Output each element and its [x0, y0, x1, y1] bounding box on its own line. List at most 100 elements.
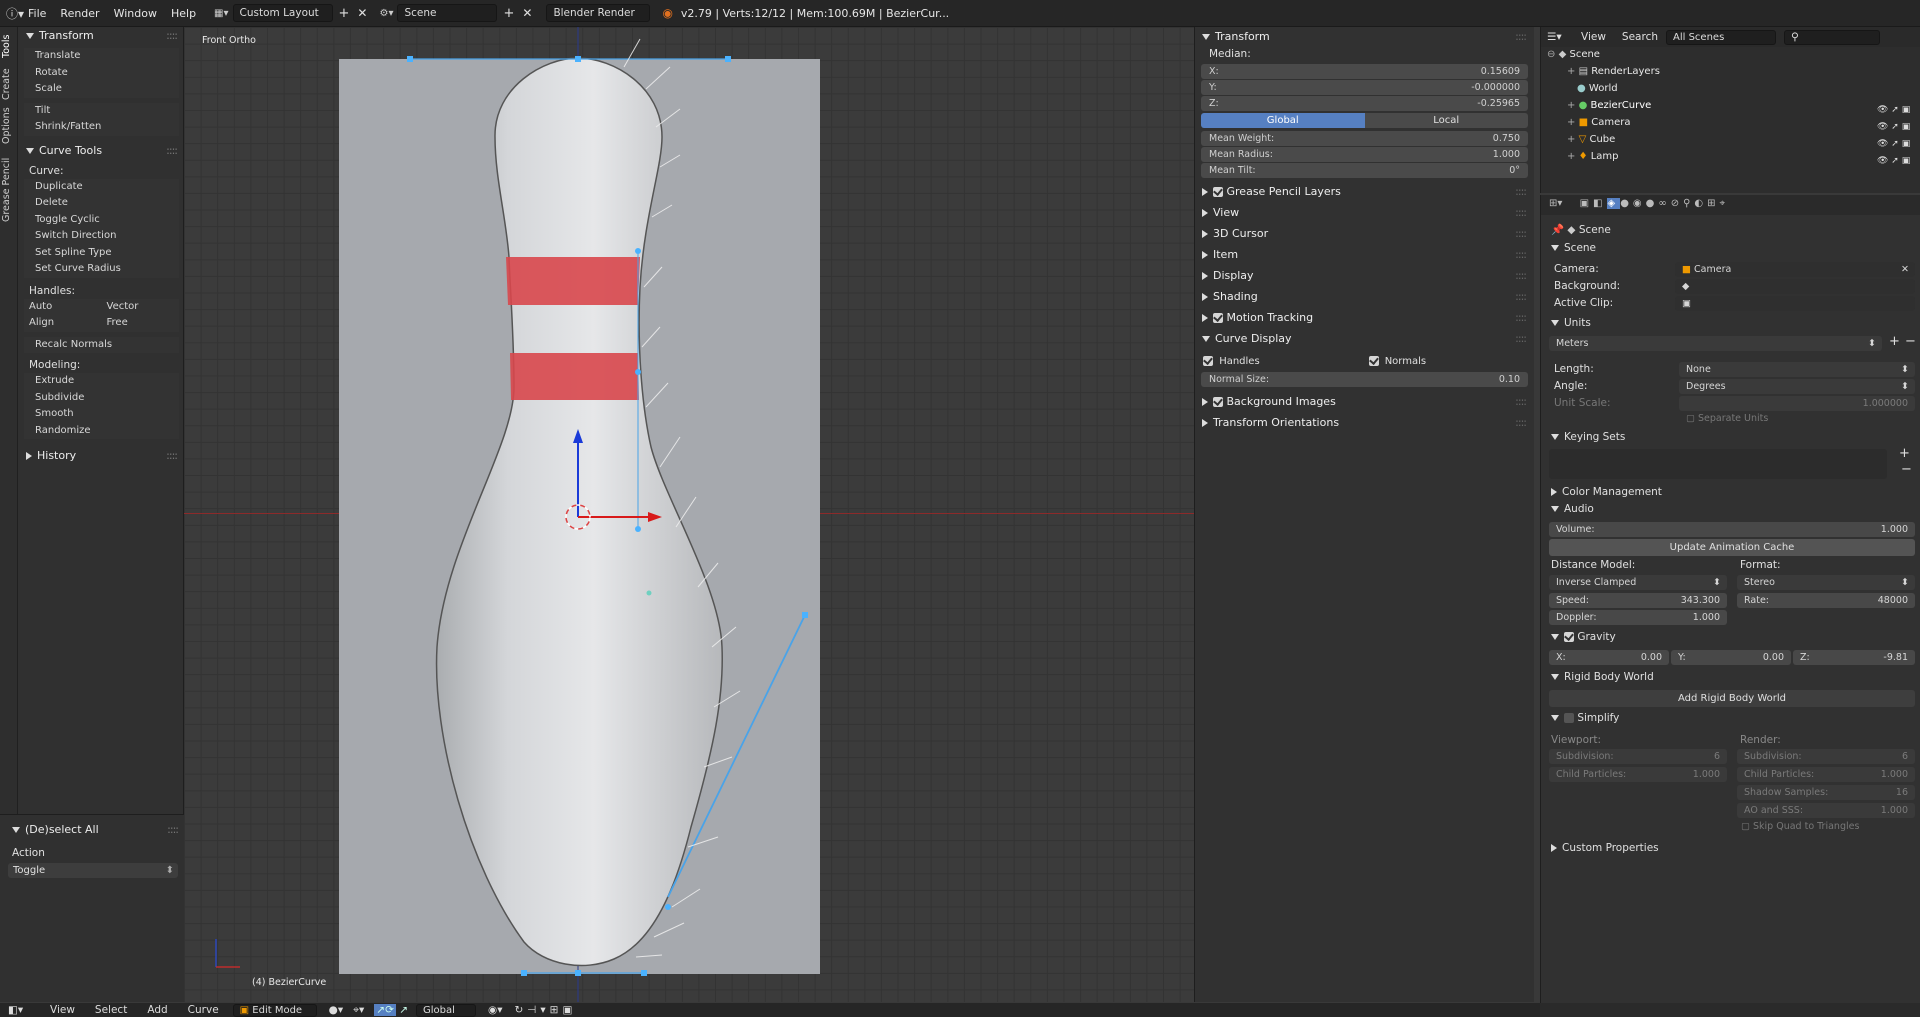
switch-direction-button[interactable]: Switch Direction: [24, 228, 179, 245]
rate-field[interactable]: Rate: 48000: [1737, 593, 1915, 608]
subdivide-button[interactable]: Subdivide: [24, 389, 179, 406]
item-header[interactable]: Item::::: [1195, 246, 1534, 264]
layout-selector[interactable]: Custom Layout: [232, 4, 333, 22]
outliner-editor-icon[interactable]: ☰▾: [1547, 31, 1569, 43]
menu-window[interactable]: Window: [114, 7, 157, 20]
color-management-panel-header[interactable]: Color Management: [1551, 486, 1662, 498]
tab-tools[interactable]: Tools: [1, 31, 17, 61]
toggle-cyclic-button[interactable]: Toggle Cyclic: [24, 211, 179, 228]
outliner-renderlayers[interactable]: + ▤ RenderLayers: [1567, 66, 1660, 77]
handle-free-button[interactable]: Free: [102, 315, 180, 332]
angle-dropdown[interactable]: Degrees ⬍: [1679, 379, 1915, 394]
operator-panel-header[interactable]: (De)select All::::: [0, 821, 184, 839]
3d-viewport[interactable]: Front Ortho (4) BezierCurve: [184, 27, 1194, 1002]
units-preset-dropdown[interactable]: Meters ⬍: [1549, 336, 1882, 351]
duplicate-button[interactable]: Duplicate: [24, 178, 179, 195]
curve-display-header[interactable]: Curve Display::::: [1195, 330, 1534, 348]
separate-units-checkbox[interactable]: ▢ Separate Units: [1686, 413, 1768, 424]
shrink-fatten-button[interactable]: Shrink/Fatten: [24, 119, 179, 136]
median-y-field[interactable]: Y: -0.000000: [1201, 80, 1528, 95]
gravity-x-field[interactable]: X: 0.00: [1549, 650, 1669, 665]
update-animation-cache-button[interactable]: Update Animation Cache: [1549, 539, 1915, 556]
recalc-normals-button[interactable]: Recalc Normals: [24, 336, 179, 353]
handle-vector-button[interactable]: Vector: [102, 299, 180, 316]
render-child-particles-field[interactable]: Child Particles: 1.000: [1737, 767, 1915, 782]
outliner-search-menu[interactable]: Search: [1622, 31, 1658, 43]
outliner-camera[interactable]: + ■ Camera: [1567, 117, 1630, 128]
audio-panel-header[interactable]: Audio: [1551, 503, 1594, 515]
outliner-view-menu[interactable]: View: [1581, 31, 1606, 43]
viewport-subdivision-field[interactable]: Subdivision: 6: [1549, 749, 1727, 764]
tab-create[interactable]: Create: [1, 67, 17, 101]
outliner-lamp[interactable]: + ♦ Lamp: [1567, 151, 1619, 162]
background-images-checkbox[interactable]: [1213, 397, 1223, 407]
outliner-display-filter[interactable]: All Scenes: [1666, 29, 1776, 45]
history-panel-header[interactable]: History::::: [18, 447, 183, 465]
normal-size-field[interactable]: Normal Size: 0.10: [1201, 372, 1528, 387]
proportional-edit-icon[interactable]: ◉▾: [488, 1004, 502, 1016]
handles-checkbox[interactable]: [1203, 356, 1213, 366]
scene-selector[interactable]: Scene: [397, 4, 498, 22]
props-editor-icon[interactable]: ⊞▾: [1549, 198, 1562, 209]
simplify-panel-header[interactable]: Simplify: [1551, 712, 1619, 724]
mean-tilt-field[interactable]: Mean Tilt: 0°: [1201, 163, 1528, 178]
transform-panel-header[interactable]: Transform::::: [18, 27, 183, 45]
action-dropdown[interactable]: Toggle ⬍: [8, 863, 178, 878]
outliner-cube[interactable]: + ▽ Cube: [1567, 134, 1615, 145]
add-units-preset-button[interactable]: +: [1889, 334, 1900, 349]
skip-quad-checkbox[interactable]: ▢ Skip Quad to Triangles: [1741, 821, 1859, 832]
menu-help[interactable]: Help: [171, 7, 196, 20]
outliner-search-input[interactable]: ⚲: [1784, 29, 1880, 45]
local-button[interactable]: Local: [1364, 113, 1528, 128]
add-keying-set-button[interactable]: +: [1899, 446, 1910, 461]
3d-cursor-header[interactable]: 3D Cursor::::: [1195, 225, 1534, 243]
outliner-beziercurve[interactable]: + ● BezierCurve: [1567, 100, 1651, 111]
global-button[interactable]: Global: [1201, 113, 1365, 128]
display-header[interactable]: Display::::: [1195, 267, 1534, 285]
translate-button[interactable]: Translate: [24, 48, 179, 65]
shading-header[interactable]: Shading::::: [1195, 288, 1534, 306]
gravity-checkbox[interactable]: [1564, 632, 1574, 642]
gravity-z-field[interactable]: Z: -9.81: [1793, 650, 1915, 665]
randomize-button[interactable]: Randomize: [24, 422, 179, 439]
motion-tracking-checkbox[interactable]: [1213, 313, 1223, 323]
smooth-button[interactable]: Smooth: [24, 406, 179, 423]
format-dropdown[interactable]: Stereo ⬍: [1737, 575, 1915, 590]
tab-grease-pencil[interactable]: Grease Pencil: [1, 152, 17, 228]
extrude-button[interactable]: Extrude: [24, 373, 179, 390]
speed-field[interactable]: Speed: 343.300: [1549, 593, 1727, 608]
rigid-body-world-panel-header[interactable]: Rigid Body World: [1551, 671, 1654, 683]
handle-auto-button[interactable]: Auto: [24, 299, 102, 316]
set-spline-type-button[interactable]: Set Spline Type: [24, 244, 179, 261]
shading-selector[interactable]: ●▾: [329, 1004, 343, 1016]
tab-options[interactable]: Options: [1, 107, 17, 145]
outliner-scene[interactable]: ⊖ ◆ Scene: [1547, 49, 1600, 60]
transform-header[interactable]: Transform::::: [1195, 28, 1534, 46]
render-subdivision-field[interactable]: Subdivision: 6: [1737, 749, 1915, 764]
close-scene-button[interactable]: ✕: [522, 6, 532, 20]
scene-panel-header[interactable]: Scene: [1551, 242, 1596, 254]
ao-sss-field[interactable]: AO and SSS: 1.000: [1737, 803, 1915, 818]
mode-selector[interactable]: ▣ Edit Mode: [232, 1003, 317, 1017]
background-images-header[interactable]: Background Images::::: [1195, 393, 1534, 411]
motion-tracking-header[interactable]: Motion Tracking::::: [1195, 309, 1534, 327]
close-layout-button[interactable]: ✕: [357, 6, 367, 20]
delete-button[interactable]: Delete: [24, 195, 179, 212]
scene-icon[interactable]: ⚙▾: [379, 8, 393, 19]
remove-keying-set-button[interactable]: −: [1901, 462, 1912, 477]
view-header[interactable]: View::::: [1195, 204, 1534, 222]
simplify-checkbox[interactable]: [1564, 713, 1574, 723]
viewport-child-particles-field[interactable]: Child Particles: 1.000: [1549, 767, 1727, 782]
units-panel-header[interactable]: Units: [1551, 317, 1591, 329]
add-layout-button[interactable]: +: [339, 6, 350, 21]
menu-render[interactable]: Render: [60, 7, 99, 20]
background-field[interactable]: ◆: [1675, 279, 1915, 294]
curve-menu[interactable]: Curve: [188, 1004, 219, 1016]
view-menu[interactable]: View: [50, 1004, 75, 1016]
transform-orientation-selector[interactable]: Global: [416, 1003, 477, 1017]
info-editor-icon[interactable]: ⓘ▾: [6, 5, 28, 22]
handle-align-button[interactable]: Align: [24, 315, 102, 332]
tilt-button[interactable]: Tilt: [24, 102, 179, 119]
doppler-field[interactable]: Doppler: 1.000: [1549, 610, 1727, 625]
layout-icon[interactable]: ▦▾: [214, 8, 228, 19]
